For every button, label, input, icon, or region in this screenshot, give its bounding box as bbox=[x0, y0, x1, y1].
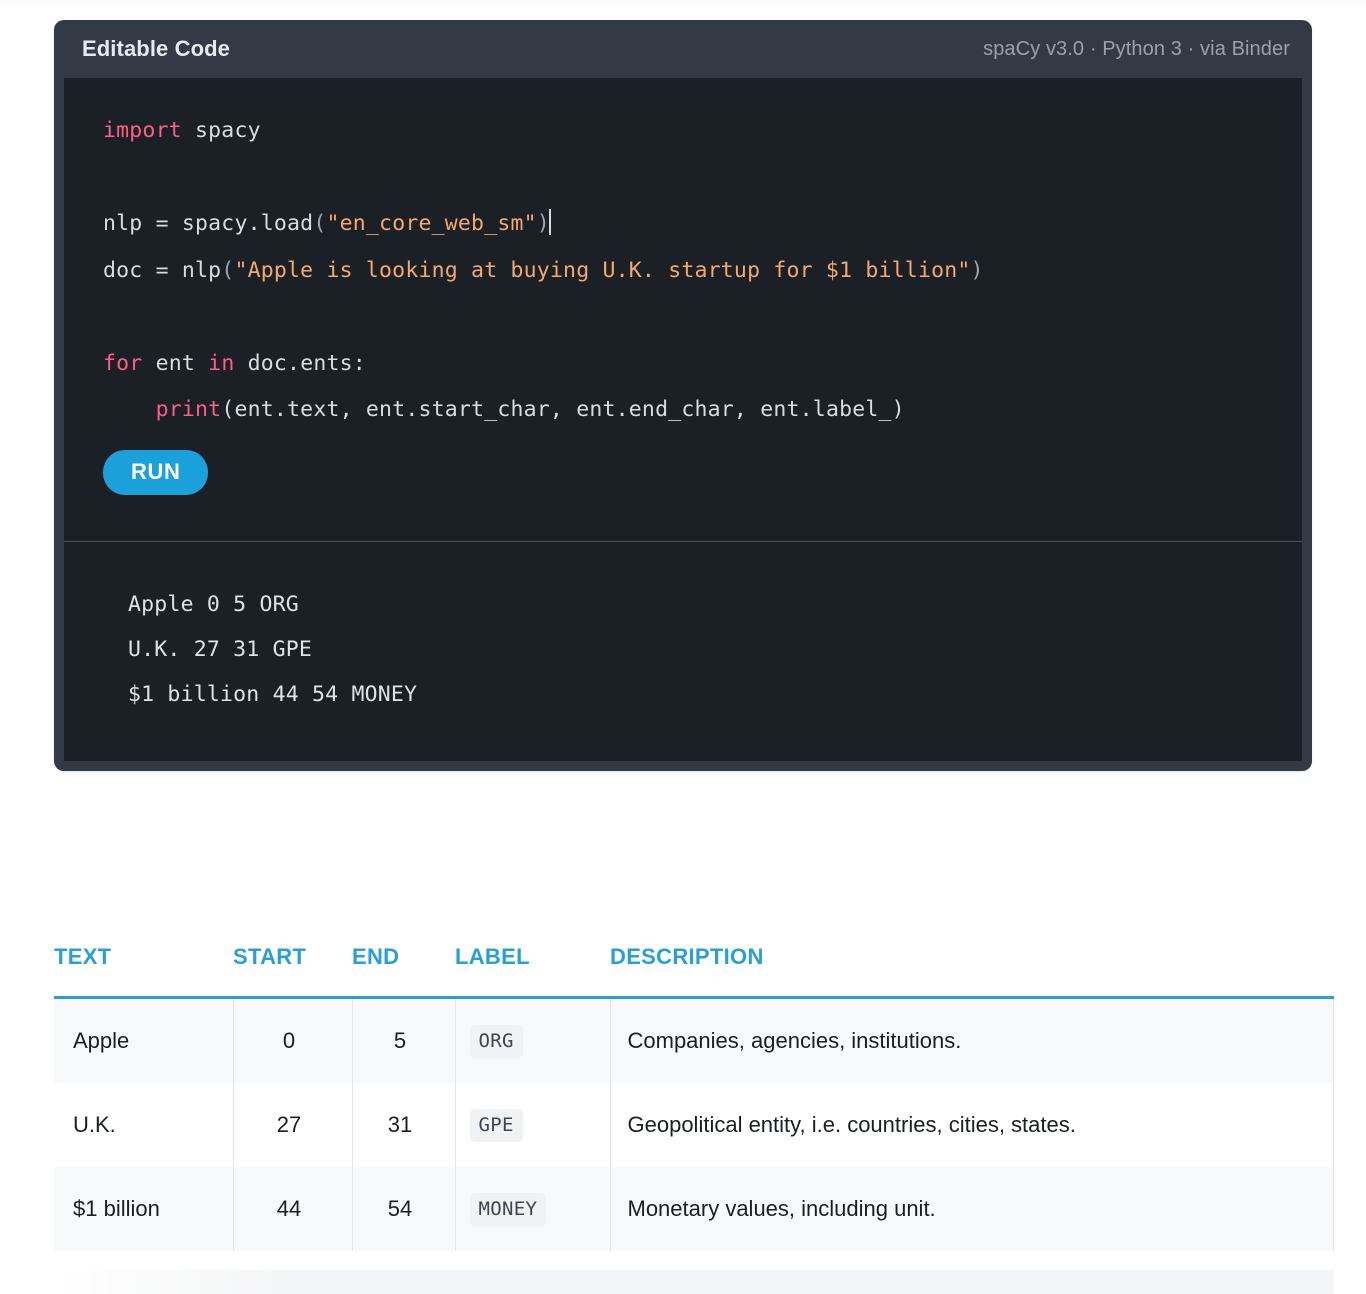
column-header-description: DESCRIPTION bbox=[610, 944, 1334, 999]
table-header-row: TEXT START END LABEL DESCRIPTION bbox=[54, 944, 1334, 999]
code-keyword-for: for bbox=[103, 350, 143, 376]
label-chip: GPE bbox=[469, 1108, 523, 1142]
table-body: Apple 0 5 ORG Companies, agencies, insti… bbox=[54, 997, 1334, 1251]
entities-table-container: TEXT START END LABEL DESCRIPTION Apple 0… bbox=[54, 944, 1334, 1251]
table-header: TEXT START END LABEL DESCRIPTION bbox=[54, 944, 1334, 999]
column-header-end: END bbox=[352, 944, 455, 999]
label-chip: MONEY bbox=[469, 1192, 547, 1226]
widget-meta: spaCy v3.0 · Python 3 · via Binder bbox=[983, 37, 1290, 60]
text-cursor bbox=[548, 209, 551, 235]
entities-table: TEXT START END LABEL DESCRIPTION Apple 0… bbox=[54, 944, 1334, 1251]
cell-text: U.K. bbox=[54, 1083, 234, 1167]
cell-label: GPE bbox=[455, 1083, 611, 1167]
cell-text: $1 billion bbox=[54, 1167, 234, 1251]
code-doc-assign: doc = nlp bbox=[103, 257, 222, 283]
output-line-3: $1 billion 44 54 MONEY bbox=[128, 681, 418, 707]
cell-start: 44 bbox=[233, 1167, 353, 1251]
code-paren-close-2: ) bbox=[970, 257, 984, 283]
code-content[interactable]: import spacy nlp = spacy.load("en_core_w… bbox=[64, 108, 1302, 434]
code-string-sentence: "Apple is looking at buying U.K. startup… bbox=[234, 257, 971, 283]
editable-code-widget: Editable Code spaCy v3.0 · Python 3 · vi… bbox=[54, 20, 1312, 771]
cell-description: Geopolitical entity, i.e. countries, cit… bbox=[610, 1083, 1334, 1167]
cell-end: 5 bbox=[352, 997, 456, 1083]
code-print-args: (ent.text, ent.start_char, ent.end_char,… bbox=[221, 397, 905, 422]
output-line-1: Apple 0 5 ORG bbox=[128, 591, 299, 617]
table-row: U.K. 27 31 GPE Geopolitical entity, i.e.… bbox=[54, 1083, 1334, 1167]
code-paren-open-2: ( bbox=[221, 257, 235, 283]
cell-end: 31 bbox=[352, 1083, 456, 1167]
cell-start: 0 bbox=[233, 997, 353, 1083]
code-keyword-import: import bbox=[103, 118, 182, 143]
code-var-ent: ent bbox=[142, 350, 209, 376]
cell-label: ORG bbox=[455, 997, 611, 1083]
widget-footer-padding bbox=[54, 761, 1312, 771]
output-line-2: U.K. 27 31 GPE bbox=[128, 636, 313, 662]
column-header-label: LABEL bbox=[455, 944, 610, 999]
code-module-spacy: spacy bbox=[181, 118, 261, 143]
cell-end: 54 bbox=[352, 1167, 456, 1251]
cell-description: Companies, agencies, institutions. bbox=[610, 997, 1334, 1083]
cell-label: MONEY bbox=[455, 1167, 611, 1251]
cell-text: Apple bbox=[54, 997, 234, 1083]
page-top-edge bbox=[0, 0, 1366, 7]
run-button-container: RUN bbox=[64, 434, 1302, 541]
code-nlp-assign: nlp = spacy.load bbox=[103, 211, 314, 236]
code-keyword-in: in bbox=[208, 350, 235, 376]
column-header-start: START bbox=[233, 944, 352, 999]
code-editor[interactable]: import spacy nlp = spacy.load("en_core_w… bbox=[64, 78, 1302, 541]
label-chip: ORG bbox=[469, 1024, 523, 1058]
table-row: Apple 0 5 ORG Companies, agencies, insti… bbox=[54, 997, 1334, 1083]
widget-title: Editable Code bbox=[82, 36, 230, 61]
widget-header: Editable Code spaCy v3.0 · Python 3 · vi… bbox=[54, 20, 1312, 78]
cell-description: Monetary values, including unit. bbox=[610, 1167, 1334, 1251]
cell-start: 27 bbox=[233, 1083, 353, 1167]
run-button[interactable]: RUN bbox=[103, 449, 209, 495]
code-paren-open-1: ( bbox=[313, 211, 327, 236]
column-header-text: TEXT bbox=[54, 944, 233, 999]
table-row: $1 billion 44 54 MONEY Monetary values, … bbox=[54, 1167, 1334, 1251]
code-doc-ents: doc.ents: bbox=[234, 350, 366, 376]
code-output-panel: Apple 0 5 ORG U.K. 27 31 GPE $1 billion … bbox=[64, 541, 1302, 761]
code-keyword-print: print bbox=[155, 397, 222, 422]
table-scroll-shadow bbox=[54, 1270, 1334, 1294]
code-string-model: "en_core_web_sm" bbox=[326, 211, 537, 236]
